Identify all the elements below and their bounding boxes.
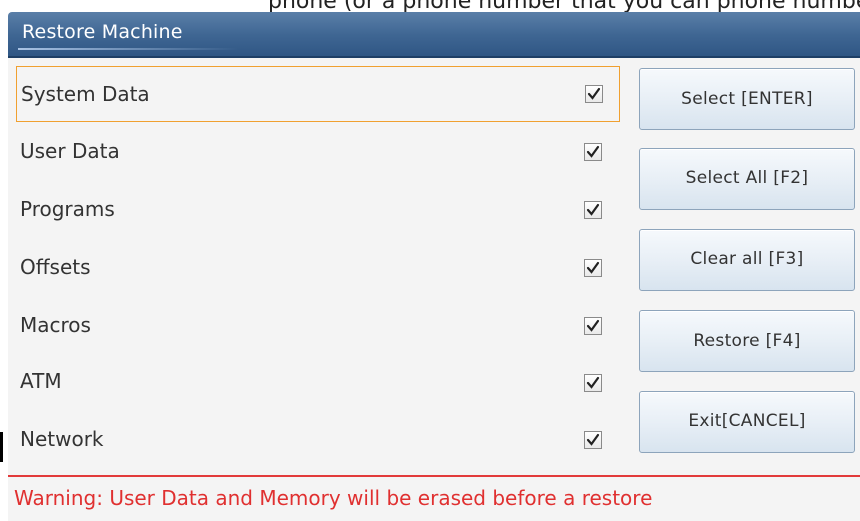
checkmark-icon	[586, 203, 600, 216]
checkbox-macros[interactable]	[584, 317, 602, 335]
list-item-atm[interactable]: ATM	[16, 355, 620, 411]
checkbox-atm[interactable]	[584, 374, 602, 392]
checkbox-network[interactable]	[584, 431, 602, 449]
list-item-label: System Data	[21, 82, 150, 106]
checkmark-icon	[586, 145, 600, 158]
background-partial-text: phone (or a phone number that you can ph…	[268, 0, 860, 12]
restore-button[interactable]: Restore [F4]	[639, 310, 855, 372]
restore-button-label: Restore [F4]	[693, 331, 801, 351]
list-item-label: Offsets	[20, 255, 91, 279]
checkbox-system-data[interactable]	[585, 85, 603, 103]
select-all-button-label: Select All [F2]	[685, 168, 809, 188]
select-button[interactable]: Select [ENTER]	[639, 68, 855, 130]
restore-machine-window: phone (or a phone number that you can ph…	[0, 0, 860, 521]
list-item-label: ATM	[20, 369, 62, 393]
list-item-label: Network	[20, 427, 104, 451]
restore-options-list: System Data User Data Programs Offsets M	[16, 66, 620, 466]
list-item-label: User Data	[20, 139, 120, 163]
edge-marker	[0, 432, 3, 462]
clear-all-button[interactable]: Clear all [F3]	[639, 229, 855, 291]
checkbox-programs[interactable]	[584, 201, 602, 219]
checkbox-user-data[interactable]	[584, 143, 602, 161]
list-item-programs[interactable]: Programs	[16, 182, 620, 238]
exit-button[interactable]: Exit[CANCEL]	[639, 391, 855, 453]
exit-button-label: Exit[CANCEL]	[688, 411, 806, 431]
list-item-network[interactable]: Network	[16, 413, 620, 469]
list-item-macros[interactable]: Macros	[16, 298, 620, 354]
clear-all-button-label: Clear all [F3]	[690, 249, 804, 269]
checkmark-icon	[587, 87, 601, 100]
checkmark-icon	[586, 433, 600, 446]
list-item-system-data[interactable]: System Data	[16, 66, 620, 122]
warning-divider	[8, 475, 860, 477]
list-item-label: Programs	[20, 197, 115, 221]
checkbox-offsets[interactable]	[584, 259, 602, 277]
select-button-label: Select [ENTER]	[681, 89, 813, 109]
list-item-offsets[interactable]: Offsets	[16, 240, 620, 296]
title-underline	[18, 48, 238, 50]
dialog-title: Restore Machine	[22, 21, 183, 43]
list-item-label: Macros	[20, 313, 91, 337]
checkmark-icon	[586, 261, 600, 274]
background-page-strip: phone (or a phone number that you can ph…	[0, 0, 860, 12]
checkmark-icon	[586, 319, 600, 332]
list-item-user-data[interactable]: User Data	[16, 124, 620, 180]
warning-message: Warning: User Data and Memory will be er…	[14, 486, 653, 510]
dialog-title-bar: Restore Machine	[8, 12, 860, 58]
select-all-button[interactable]: Select All [F2]	[639, 148, 855, 210]
checkmark-icon	[586, 376, 600, 389]
